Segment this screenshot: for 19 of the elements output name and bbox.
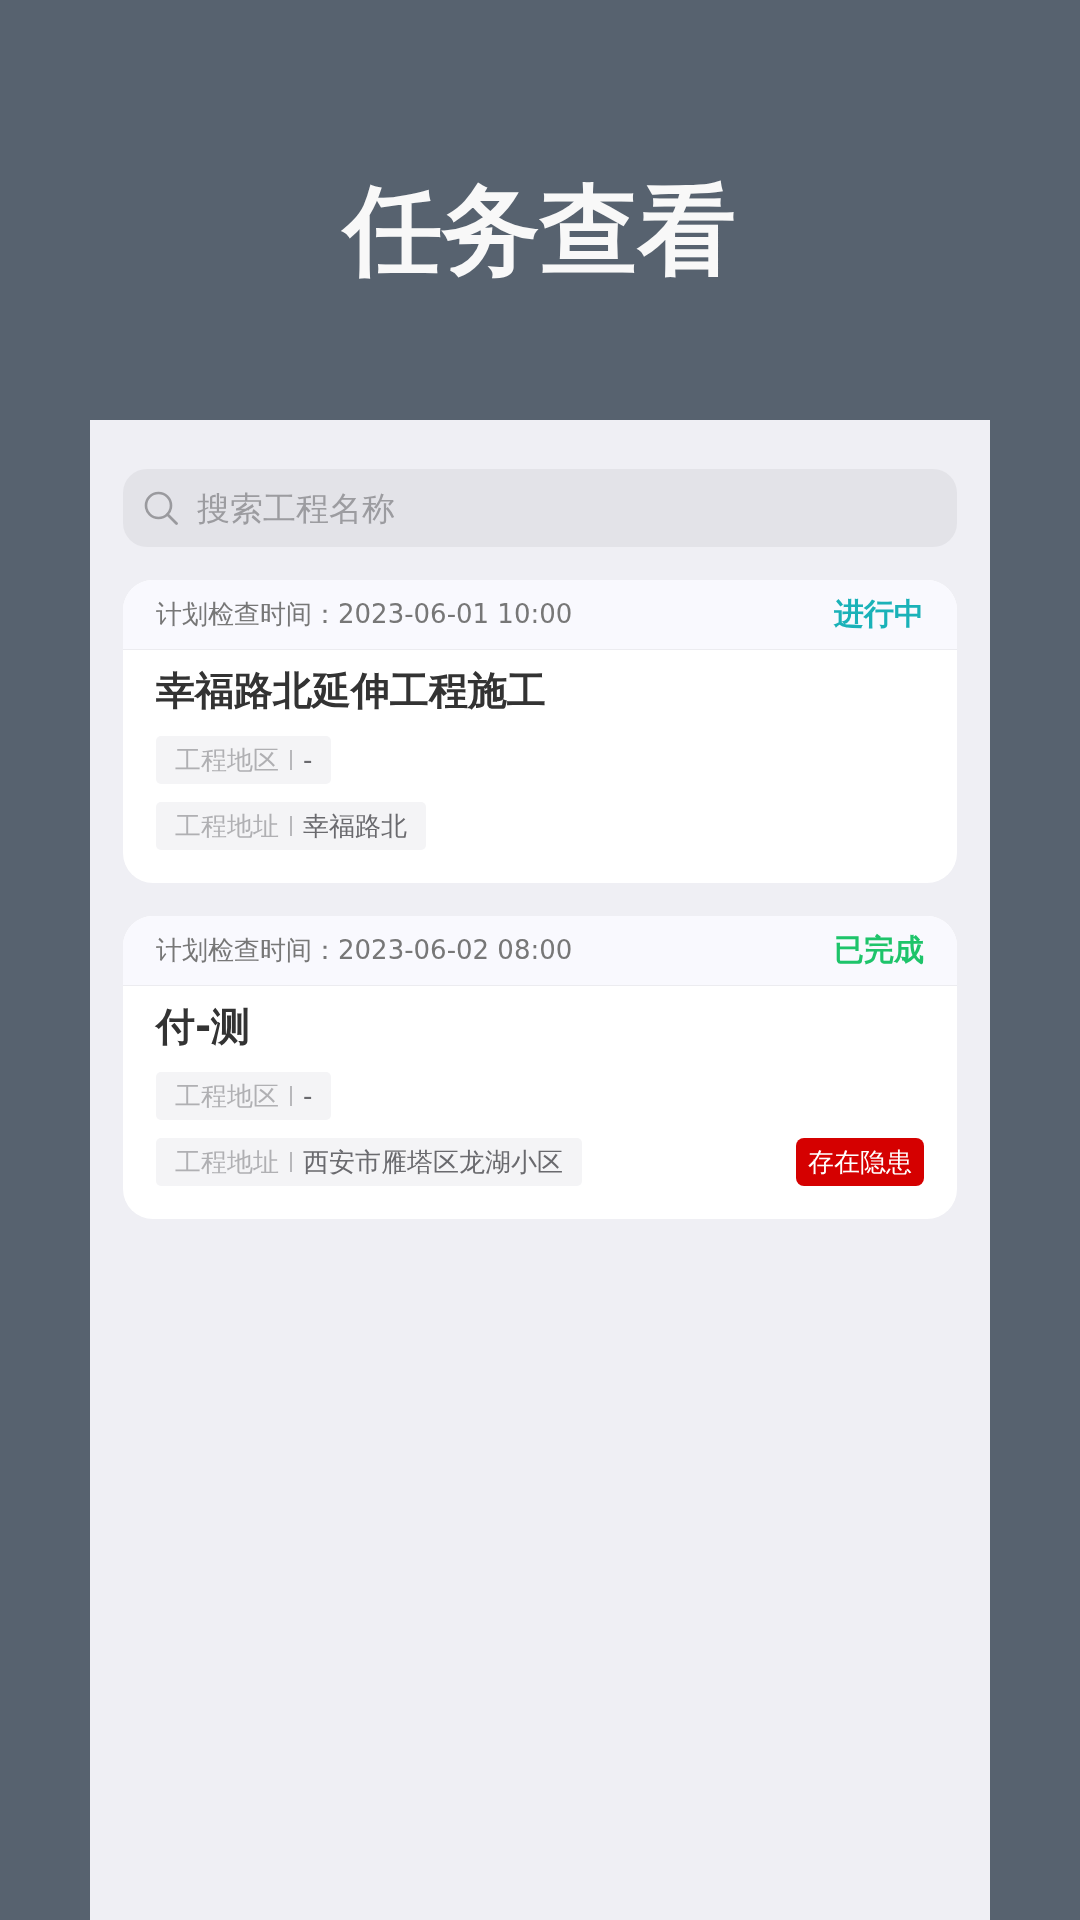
task-card[interactable]: 计划检查时间：2023-06-02 08:00 已完成 付-测 工程地区 - 工程地址 西安市雁塔区龙湖小区 存在隐患	[123, 916, 957, 1219]
tag-value: 西安市雁塔区龙湖小区	[303, 1145, 563, 1179]
search-icon	[144, 491, 178, 525]
project-name: 付-测	[156, 1003, 251, 1051]
tag-value: -	[303, 1081, 313, 1111]
search-field[interactable]: 搜索工程名称	[123, 469, 957, 547]
tag-value: 幸福路北	[303, 809, 407, 843]
hazard-badge: 存在隐患	[796, 1138, 924, 1186]
task-card[interactable]: 计划检查时间：2023-06-01 10:00 进行中 幸福路北延伸工程施工 工程地区 - 工程地址 幸福路北	[123, 580, 957, 883]
tag-label: 工程地区	[175, 743, 279, 777]
schedule-time: 计划检查时间：2023-06-02 08:00	[156, 934, 573, 967]
status-text: 进行中	[834, 595, 924, 633]
status-text: 已完成	[834, 931, 924, 969]
tag-label: 工程地址	[175, 1145, 279, 1179]
tag-label: 工程地区	[175, 1079, 279, 1113]
project-name: 幸福路北延伸工程施工	[156, 667, 546, 715]
schedule-time: 计划检查时间：2023-06-01 10:00	[156, 598, 573, 631]
tag-value: -	[303, 745, 313, 775]
tag-label: 工程地址	[175, 809, 279, 843]
